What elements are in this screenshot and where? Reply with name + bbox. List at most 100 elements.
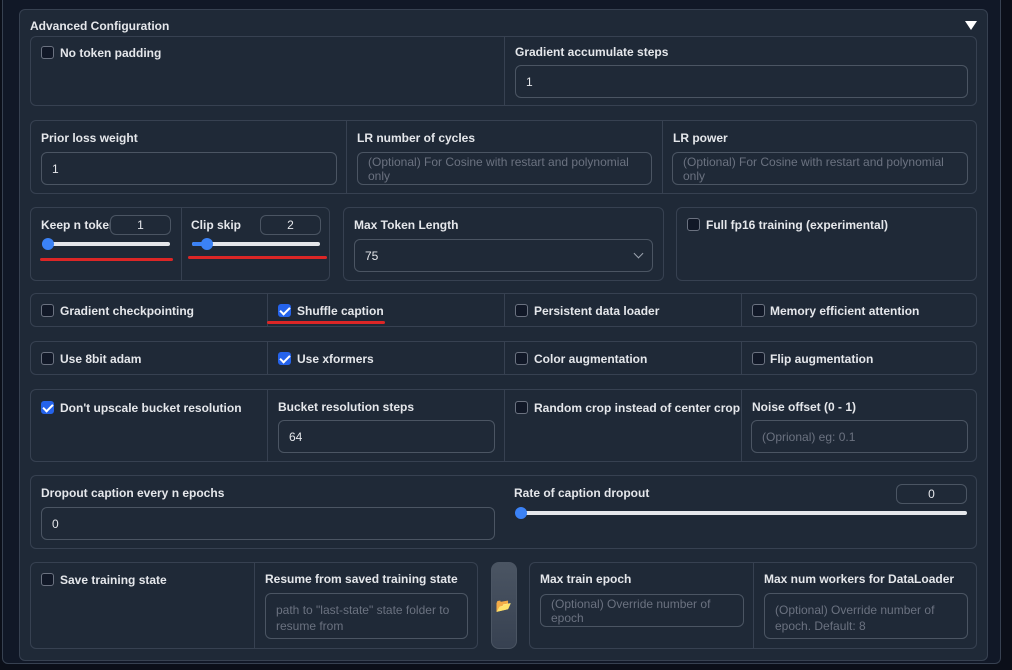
- bucket-resolution-input[interactable]: 64: [278, 420, 495, 453]
- gradient-accumulate-cell: Gradient accumulate steps 1: [504, 37, 976, 105]
- dont-upscale-checkbox[interactable]: [41, 401, 54, 414]
- caption-dropout-rate-slider[interactable]: [515, 507, 967, 519]
- max-token-length-select[interactable]: 75: [354, 239, 653, 272]
- flip-augmentation-cell: Flip augmentation: [741, 342, 976, 374]
- lr-power-cell: LR power (Optional) For Cosine with rest…: [662, 121, 976, 193]
- clip-skip-cell: Clip skip 2: [181, 208, 329, 280]
- caption-dropout-rate-slider-thumb[interactable]: [515, 507, 527, 519]
- persistent-data-loader-checkbox[interactable]: [515, 304, 528, 317]
- max-num-workers-label: Max num workers for DataLoader: [764, 572, 955, 586]
- dropout-every-n-cell: Dropout caption every n epochs 0: [31, 476, 504, 548]
- noise-offset-label: Noise offset (0 - 1): [752, 400, 857, 414]
- caption-dropout-rate-cell: Rate of caption dropout 0: [504, 476, 976, 548]
- noise-offset-input[interactable]: (Oprional) eg: 0.1: [751, 420, 968, 453]
- memory-efficient-attention-label: Memory efficient attention: [770, 304, 920, 318]
- clip-skip-slider[interactable]: [192, 238, 320, 250]
- accordion-title[interactable]: Advanced Configuration: [30, 19, 169, 33]
- tokens-clip-group: Keep n tokens 1 Clip skip 2: [30, 207, 330, 281]
- resume-state-cell: Resume from saved training state path to…: [254, 563, 477, 648]
- dropout-every-n-input[interactable]: 0: [41, 507, 495, 540]
- use-xformers-cell: Use xformers: [267, 342, 504, 374]
- gradient-checkpointing-label: Gradient checkpointing: [60, 304, 195, 318]
- prior-loss-input[interactable]: 1: [41, 152, 337, 185]
- save-training-state-label: Save training state: [60, 573, 167, 587]
- dont-upscale-cell: Don't upscale bucket resolution: [31, 390, 267, 461]
- clip-skip-label: Clip skip: [191, 218, 242, 232]
- folder-icon: 📂: [495, 597, 513, 613]
- clip-skip-number[interactable]: 2: [260, 215, 321, 235]
- persistent-data-loader-label: Persistent data loader: [534, 304, 660, 318]
- color-augmentation-label: Color augmentation: [534, 352, 648, 366]
- shuffle-caption-highlight: [267, 321, 385, 324]
- random-crop-checkbox[interactable]: [515, 401, 528, 414]
- collapse-triangle-icon[interactable]: [965, 21, 977, 30]
- use-xformers-checkbox[interactable]: [278, 352, 291, 365]
- prior-loss-cell: Prior loss weight 1: [31, 121, 346, 193]
- noise-offset-cell: Noise offset (0 - 1) (Oprional) eg: 0.1: [741, 390, 976, 461]
- prior-loss-label: Prior loss weight: [41, 131, 138, 145]
- max-train-epoch-label: Max train epoch: [540, 572, 632, 586]
- use-8bit-adam-checkbox[interactable]: [41, 352, 54, 365]
- lr-power-input[interactable]: (Optional) For Cosine with restart and p…: [672, 152, 968, 185]
- random-crop-label: Random crop instead of center crop: [534, 401, 741, 415]
- no-token-padding-cell: No token padding: [31, 37, 504, 105]
- save-training-state-checkbox[interactable]: [41, 573, 54, 586]
- full-fp16-cell: Full fp16 training (experimental): [676, 207, 977, 281]
- no-token-padding-checkbox[interactable]: [41, 46, 54, 59]
- no-token-padding-label: No token padding: [60, 46, 162, 60]
- row-checkpointing-shuffle: Gradient checkpointing Shuffle caption P…: [30, 293, 977, 327]
- use-8bit-adam-label: Use 8bit adam: [60, 352, 142, 366]
- max-num-workers-cell: Max num workers for DataLoader (Optional…: [753, 563, 976, 648]
- keep-n-tokens-highlight: [40, 258, 173, 261]
- keep-n-tokens-slider[interactable]: [42, 238, 170, 250]
- max-num-workers-input[interactable]: (Optional) Override number of epoch. Def…: [764, 593, 968, 639]
- row-bucket-noise: Don't upscale bucket resolution Bucket r…: [30, 389, 977, 462]
- flip-augmentation-checkbox[interactable]: [752, 352, 765, 365]
- max-token-length-value: 75: [365, 248, 379, 263]
- memory-efficient-attention-checkbox[interactable]: [752, 304, 765, 317]
- color-augmentation-checkbox[interactable]: [515, 352, 528, 365]
- lr-cycles-cell: LR number of cycles (Optional) For Cosin…: [346, 121, 662, 193]
- folder-button[interactable]: 📂: [491, 562, 517, 649]
- clip-skip-highlight: [188, 256, 327, 259]
- max-token-length-cell: Max Token Length 75: [343, 207, 664, 281]
- keep-n-tokens-number[interactable]: 1: [110, 215, 171, 235]
- training-state-group: Save training state Resume from saved tr…: [30, 562, 478, 649]
- caption-dropout-rate-number[interactable]: 0: [896, 484, 967, 504]
- gradient-accumulate-input[interactable]: 1: [515, 65, 968, 98]
- resume-state-label: Resume from saved training state: [265, 572, 458, 586]
- shuffle-caption-label: Shuffle caption: [297, 304, 384, 318]
- lr-cycles-input[interactable]: (Optional) For Cosine with restart and p…: [357, 152, 652, 185]
- max-token-length-label: Max Token Length: [354, 218, 459, 232]
- epoch-workers-group: Max train epoch (Optional) Override numb…: [529, 562, 977, 649]
- row-padding-accumulate: No token padding Gradient accumulate ste…: [30, 36, 977, 106]
- shuffle-caption-checkbox[interactable]: [278, 304, 291, 317]
- keep-n-tokens-cell: Keep n tokens 1: [31, 208, 181, 280]
- gradient-accumulate-label: Gradient accumulate steps: [515, 45, 669, 59]
- persistent-data-loader-cell: Persistent data loader: [504, 294, 741, 326]
- bucket-resolution-label: Bucket resolution steps: [278, 400, 415, 414]
- gradient-checkpointing-cell: Gradient checkpointing: [31, 294, 267, 326]
- keep-n-tokens-slider-thumb[interactable]: [42, 238, 54, 250]
- use-xformers-label: Use xformers: [297, 352, 374, 366]
- full-fp16-label: Full fp16 training (experimental): [706, 218, 889, 232]
- dont-upscale-label: Don't upscale bucket resolution: [60, 401, 242, 415]
- random-crop-cell: Random crop instead of center crop: [504, 390, 741, 461]
- save-training-state-cell: Save training state: [31, 563, 254, 648]
- row-adam-xformers: Use 8bit adam Use xformers Color augment…: [30, 341, 977, 375]
- caption-dropout-rate-label: Rate of caption dropout: [514, 486, 650, 500]
- lr-power-label: LR power: [673, 131, 728, 145]
- flip-augmentation-label: Flip augmentation: [770, 352, 874, 366]
- dropout-every-n-label: Dropout caption every n epochs: [41, 486, 225, 500]
- resume-state-input[interactable]: path to "last-state" state folder to res…: [265, 593, 468, 639]
- row-caption-dropout: Dropout caption every n epochs 0 Rate of…: [30, 475, 977, 549]
- use-8bit-adam-cell: Use 8bit adam: [31, 342, 267, 374]
- full-fp16-checkbox[interactable]: [687, 218, 700, 231]
- clip-skip-slider-thumb[interactable]: [201, 238, 213, 250]
- max-train-epoch-input[interactable]: (Optional) Override number of epoch: [540, 594, 744, 627]
- lr-cycles-label: LR number of cycles: [357, 131, 476, 145]
- max-train-epoch-cell: Max train epoch (Optional) Override numb…: [530, 563, 753, 648]
- color-augmentation-cell: Color augmentation: [504, 342, 741, 374]
- bucket-resolution-cell: Bucket resolution steps 64: [267, 390, 504, 461]
- gradient-checkpointing-checkbox[interactable]: [41, 304, 54, 317]
